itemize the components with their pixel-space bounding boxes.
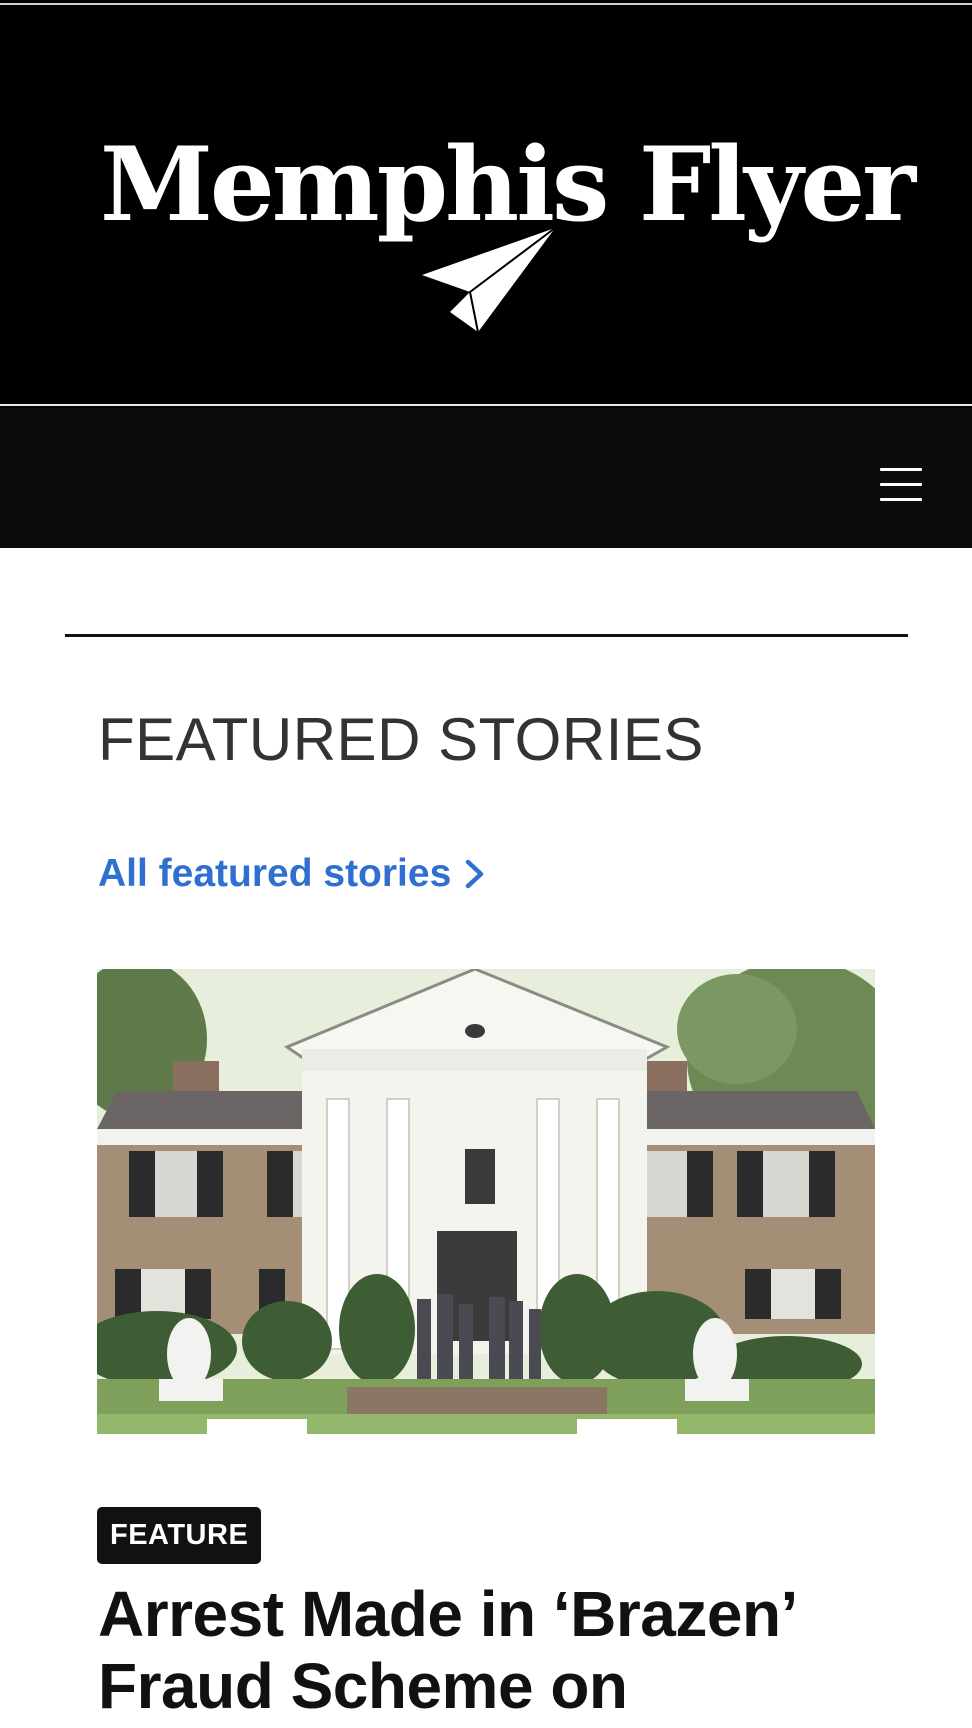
all-featured-stories-link[interactable]: All featured stories [98, 846, 487, 902]
masthead-bottom-divider [0, 404, 972, 406]
story-photo [97, 969, 875, 1434]
story-headline[interactable]: Arrest Made in ‘Brazen’ Fraud Scheme on [98, 1578, 898, 1722]
section-title: FEATURED STORIES [98, 706, 704, 773]
section-divider [65, 634, 908, 637]
story-image[interactable] [97, 969, 875, 1434]
story-category-badge[interactable]: FEATURE [97, 1507, 262, 1564]
all-featured-stories-label: All featured stories [98, 852, 452, 895]
nav-bar [0, 408, 972, 548]
site-logo[interactable]: Memphis Flyer [100, 120, 916, 340]
masthead-top-divider [0, 3, 972, 5]
chevron-right-icon [466, 859, 484, 889]
masthead: Memphis Flyer [0, 0, 972, 408]
hamburger-menu-icon[interactable] [872, 458, 928, 502]
paper-plane-icon [422, 227, 556, 333]
